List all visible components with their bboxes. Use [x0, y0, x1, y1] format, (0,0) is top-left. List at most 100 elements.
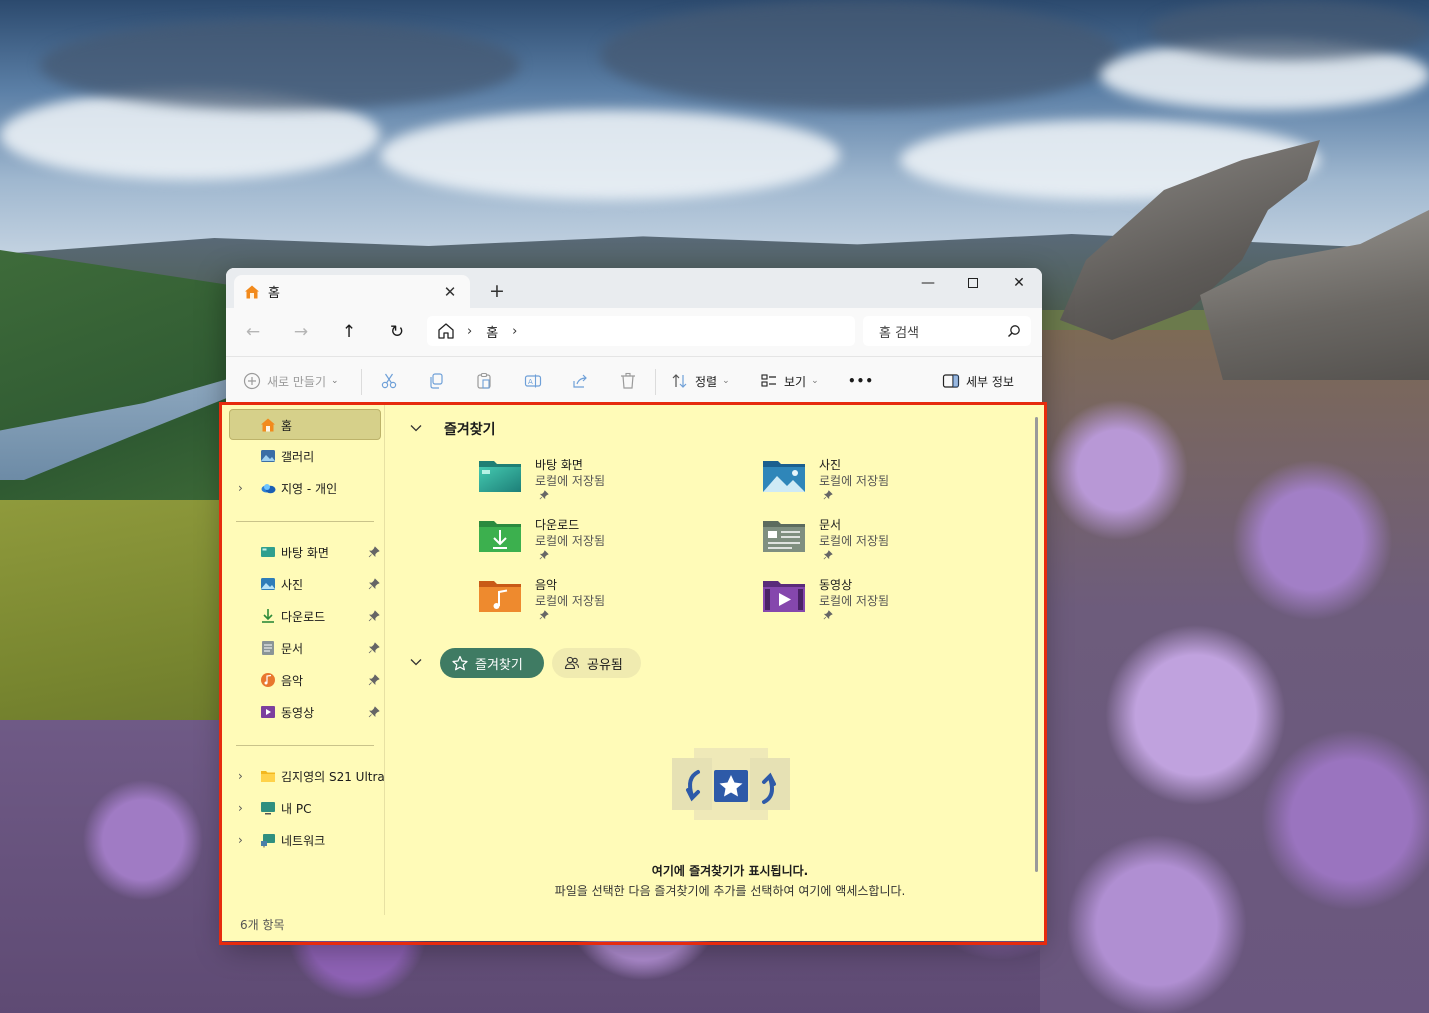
sidebar-item-home[interactable]: 홈 [222, 413, 384, 437]
pin-icon [823, 550, 833, 560]
shared-filter-label: 공유됨 [587, 657, 623, 673]
videos-icon [261, 706, 275, 718]
cut-button[interactable] [380, 369, 398, 393]
paste-button[interactable] [475, 369, 493, 393]
sidebar-item-label: 음악 [281, 673, 304, 688]
tile-name: 바탕 화면 [535, 458, 583, 472]
plus-circle-icon [243, 372, 261, 390]
pin-icon[interactable] [368, 578, 380, 590]
breadcrumb-separator: › [467, 323, 473, 339]
copy-button[interactable] [427, 369, 445, 393]
address-bar[interactable]: › 홈 › [427, 316, 855, 346]
favorites-filter-label: 즐겨찾기 [475, 657, 523, 673]
documents-folder-icon [763, 521, 805, 552]
delete-button[interactable] [619, 369, 637, 393]
tile-status: 로컬에 저장됨 [819, 594, 890, 608]
view-button[interactable]: 보기 ⌄ [760, 369, 819, 393]
pin-icon[interactable] [368, 610, 380, 622]
tile-status: 로컬에 저장됨 [819, 534, 890, 548]
new-button[interactable]: 새로 만들기 ⌄ [243, 369, 339, 393]
home-icon [245, 285, 259, 298]
quick-access-tile-documents[interactable]: 문서 로컬에 저장됨 [762, 516, 1022, 568]
sidebar-item-videos[interactable]: 동영상 [222, 700, 384, 724]
wallpaper-cloud [1150, 0, 1429, 60]
title-bar: 홈 ✕ + — ✕ [226, 268, 1042, 308]
quick-access-tile-music[interactable]: 음악 로컬에 저장됨 [478, 576, 738, 628]
chevron-down-icon: ⌄ [722, 376, 730, 386]
sidebar-item-documents[interactable]: 문서 [222, 636, 384, 660]
wallpaper-cloud [380, 110, 840, 200]
share-button[interactable] [571, 369, 589, 393]
sidebar-item-this-pc[interactable]: › 내 PC [222, 796, 384, 820]
quick-access-tile-desktop[interactable]: 바탕 화면 로컬에 저장됨 [478, 456, 738, 508]
chevron-down-icon[interactable] [409, 655, 423, 669]
empty-state-title: 여기에 즐겨찾기가 표시됩니다. [651, 864, 809, 878]
favorites-filter-button[interactable]: 즐겨찾기 [440, 648, 544, 678]
shared-filter-button[interactable]: 공유됨 [552, 648, 641, 678]
sidebar-item-label: 문서 [281, 641, 304, 656]
music-icon [261, 673, 275, 687]
sidebar-item-phone[interactable]: › 김지영의 S21 Ultra [222, 764, 385, 788]
maximize-icon [968, 278, 978, 288]
maximize-button[interactable] [950, 268, 996, 298]
forward-button[interactable]: → [285, 318, 317, 346]
sidebar-item-onedrive[interactable]: › 지영 - 개인 [222, 476, 384, 500]
tile-status: 로컬에 저장됨 [819, 474, 890, 488]
sort-label: 정렬 [695, 374, 718, 389]
pin-icon[interactable] [368, 546, 380, 558]
navigation-bar: ← → ↑ ↻ › 홈 › 홈 검색 [226, 308, 1042, 356]
chevron-right-icon[interactable]: › [238, 801, 243, 815]
quick-access-tile-downloads[interactable]: 다운로드 로컬에 저장됨 [478, 516, 738, 568]
pin-icon[interactable] [368, 674, 380, 686]
chevron-down-icon[interactable] [409, 421, 423, 435]
search-input[interactable]: 홈 검색 [879, 322, 1007, 341]
new-tab-button[interactable]: + [484, 280, 510, 304]
up-button[interactable]: ↑ [333, 318, 365, 346]
sidebar-item-label: 동영상 [281, 705, 315, 720]
sidebar-item-desktop[interactable]: 바탕 화면 [222, 540, 384, 564]
tab-home[interactable]: 홈 ✕ [234, 275, 470, 308]
pc-icon [261, 802, 275, 815]
details-label: 세부 정보 [966, 374, 1014, 389]
svg-text:A: A [528, 378, 533, 386]
sort-icon [672, 374, 687, 388]
wallpaper-cloud [40, 20, 520, 110]
quick-access-tile-videos[interactable]: 동영상 로컬에 저장됨 [762, 576, 1022, 628]
minimize-button[interactable]: — [905, 268, 951, 298]
quick-access-title[interactable]: 즐겨찾기 [444, 419, 496, 439]
pin-icon [539, 550, 549, 560]
breadcrumb-separator[interactable]: › [512, 324, 517, 339]
chevron-right-icon[interactable]: › [238, 481, 243, 495]
close-window-button[interactable]: ✕ [996, 268, 1042, 298]
back-button[interactable]: ← [237, 318, 269, 346]
home-icon [261, 418, 275, 432]
pin-icon[interactable] [368, 706, 380, 718]
close-tab-button[interactable]: ✕ [440, 282, 460, 302]
vertical-scrollbar[interactable] [1035, 417, 1038, 872]
sidebar-item-downloads[interactable]: 다운로드 [222, 604, 384, 628]
search-box[interactable]: 홈 검색 [863, 316, 1031, 346]
breadcrumb-home[interactable]: 홈 [486, 322, 498, 341]
refresh-button[interactable]: ↻ [381, 318, 413, 346]
search-icon [1008, 325, 1020, 337]
chevron-right-icon[interactable]: › [238, 833, 243, 847]
share-icon [573, 374, 587, 388]
details-pane-button[interactable]: 세부 정보 [942, 369, 1014, 393]
more-options-button[interactable]: ••• [848, 369, 874, 393]
rename-button[interactable]: A [524, 369, 542, 393]
quick-access-tile-pictures[interactable]: 사진 로컬에 저장됨 [762, 456, 1022, 508]
sort-button[interactable]: 정렬 ⌄ [671, 369, 730, 393]
pin-icon [539, 490, 549, 500]
star-icon [452, 655, 468, 671]
tile-name: 다운로드 [535, 518, 580, 532]
pin-icon[interactable] [368, 642, 380, 654]
sidebar-item-music[interactable]: 음악 [222, 668, 384, 692]
sidebar-item-network[interactable]: › 네트워크 [222, 828, 384, 852]
chevron-right-icon[interactable]: › [238, 769, 243, 783]
sidebar-item-pictures[interactable]: 사진 [222, 572, 384, 596]
sidebar-item-label: 네트워크 [281, 833, 326, 848]
sidebar-item-gallery[interactable]: 갤러리 [222, 444, 384, 468]
copy-icon [430, 373, 443, 389]
trash-icon [621, 372, 635, 389]
sidebar-item-label: 지영 - 개인 [281, 481, 338, 496]
